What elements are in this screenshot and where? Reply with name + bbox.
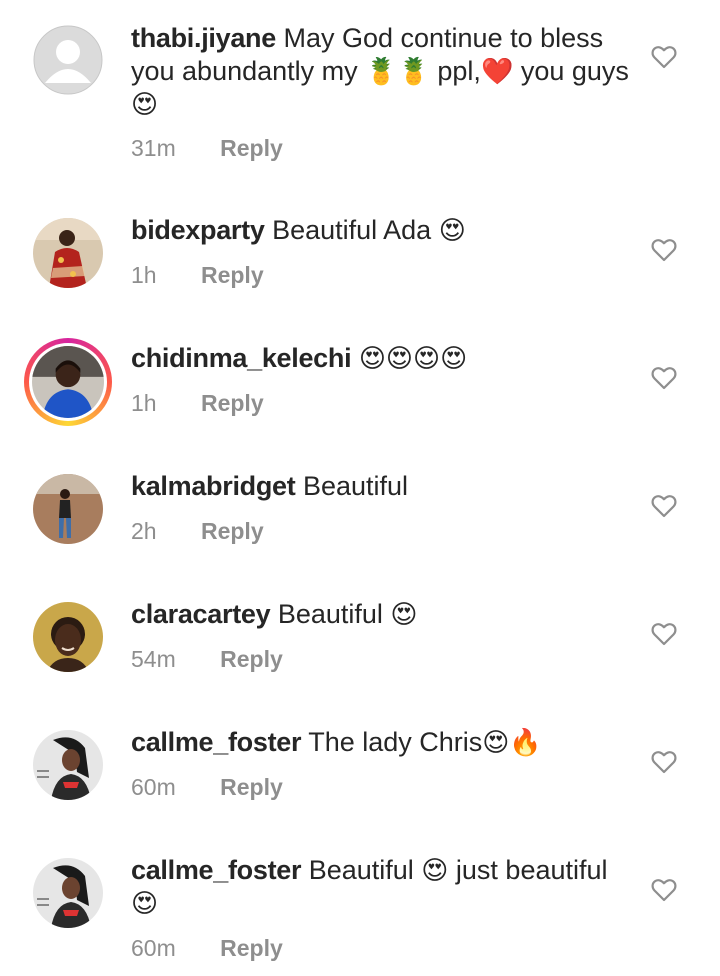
profile-photo bbox=[33, 218, 103, 288]
comment-body: kalmabridget Beautiful bbox=[131, 470, 631, 503]
comment-body: callme_foster The lady Chris😍🔥 bbox=[131, 726, 631, 759]
like-heart-icon[interactable] bbox=[651, 238, 677, 262]
comment-meta: 31m Reply bbox=[131, 135, 283, 162]
heart-eyes-emoji-icon: 😍 bbox=[438, 216, 466, 246]
like-heart-icon[interactable] bbox=[651, 878, 677, 902]
comment-timestamp: 54m bbox=[131, 646, 176, 672]
comment-text: The lady Chris bbox=[308, 727, 483, 757]
comment-meta: 60m Reply bbox=[131, 935, 283, 962]
like-heart-icon[interactable] bbox=[651, 494, 677, 518]
heart-eyes-emoji-icon: 😍😍😍😍 bbox=[358, 344, 468, 374]
default-profile-icon bbox=[33, 25, 103, 95]
reply-button[interactable]: Reply bbox=[201, 518, 264, 544]
heart-eyes-emoji-icon: 😍 bbox=[131, 90, 159, 120]
heart-emoji-icon: ❤️ bbox=[480, 57, 514, 87]
comment-meta: 2h Reply bbox=[131, 518, 264, 545]
comment-meta: 60m Reply bbox=[131, 774, 283, 801]
comment-text: just beautiful bbox=[448, 855, 608, 885]
comment-text: Beautiful bbox=[308, 855, 422, 885]
profile-photo bbox=[33, 474, 103, 544]
avatar[interactable] bbox=[33, 602, 103, 672]
comment-text: Beautiful bbox=[302, 471, 409, 501]
avatar[interactable] bbox=[33, 730, 103, 800]
comment-username[interactable]: callme_foster bbox=[131, 727, 302, 757]
comment-body: chidinma_kelechi 😍😍😍😍 bbox=[131, 342, 631, 375]
heart-eyes-emoji-icon: 😍 bbox=[421, 856, 449, 886]
avatar[interactable] bbox=[33, 25, 103, 95]
like-heart-icon[interactable] bbox=[651, 622, 677, 646]
profile-photo bbox=[33, 858, 103, 928]
comment-username[interactable]: thabi.jiyane bbox=[131, 23, 276, 53]
comment-body: bidexparty Beautiful Ada 😍 bbox=[131, 214, 631, 247]
heart-eyes-fire-emoji-icon: 😍🔥 bbox=[482, 728, 542, 758]
avatar-story-ring[interactable] bbox=[24, 338, 112, 426]
comment-text: Beautiful Ada bbox=[272, 215, 439, 245]
comment-timestamp: 60m bbox=[131, 935, 176, 961]
avatar[interactable] bbox=[33, 474, 103, 544]
heart-eyes-emoji-icon: 😍 bbox=[390, 600, 418, 630]
comment-meta: 1h Reply bbox=[131, 390, 264, 417]
profile-photo bbox=[32, 346, 104, 418]
reply-button[interactable]: Reply bbox=[220, 935, 283, 961]
comment-body: callme_foster Beautiful 😍 just beautiful… bbox=[131, 854, 631, 920]
reply-button[interactable]: Reply bbox=[201, 262, 264, 288]
reply-button[interactable]: Reply bbox=[201, 390, 264, 416]
comment-text: Beautiful bbox=[277, 599, 391, 629]
reply-button[interactable]: Reply bbox=[220, 646, 283, 672]
comment-username[interactable]: chidinma_kelechi bbox=[131, 343, 352, 373]
avatar[interactable] bbox=[33, 218, 103, 288]
comment-username[interactable]: bidexparty bbox=[131, 215, 265, 245]
reply-button[interactable]: Reply bbox=[220, 135, 283, 161]
comment-username[interactable]: kalmabridget bbox=[131, 471, 296, 501]
comment-timestamp: 1h bbox=[131, 390, 157, 416]
like-heart-icon[interactable] bbox=[651, 366, 677, 390]
comment-timestamp: 60m bbox=[131, 774, 176, 800]
pineapple-emoji-icon: 🍍🍍 bbox=[365, 57, 430, 87]
like-heart-icon[interactable] bbox=[651, 750, 677, 774]
comment-text: you guys bbox=[513, 56, 629, 86]
comment-timestamp: 2h bbox=[131, 518, 157, 544]
comment-text: ppl, bbox=[429, 56, 481, 86]
comment-body: thabi.jiyane May God continue to bless y… bbox=[131, 22, 631, 121]
profile-photo bbox=[33, 602, 103, 672]
avatar[interactable] bbox=[33, 858, 103, 928]
heart-eyes-emoji-icon: 😍 bbox=[131, 889, 159, 919]
comment-body: claracartey Beautiful 😍 bbox=[131, 598, 631, 631]
like-heart-icon[interactable] bbox=[651, 45, 677, 69]
comment-meta: 54m Reply bbox=[131, 646, 283, 673]
profile-photo bbox=[33, 730, 103, 800]
comment-timestamp: 31m bbox=[131, 135, 176, 161]
comment-username[interactable]: callme_foster bbox=[131, 855, 302, 885]
comment-timestamp: 1h bbox=[131, 262, 157, 288]
reply-button[interactable]: Reply bbox=[220, 774, 283, 800]
comment-meta: 1h Reply bbox=[131, 262, 264, 289]
comment-username[interactable]: claracartey bbox=[131, 599, 271, 629]
